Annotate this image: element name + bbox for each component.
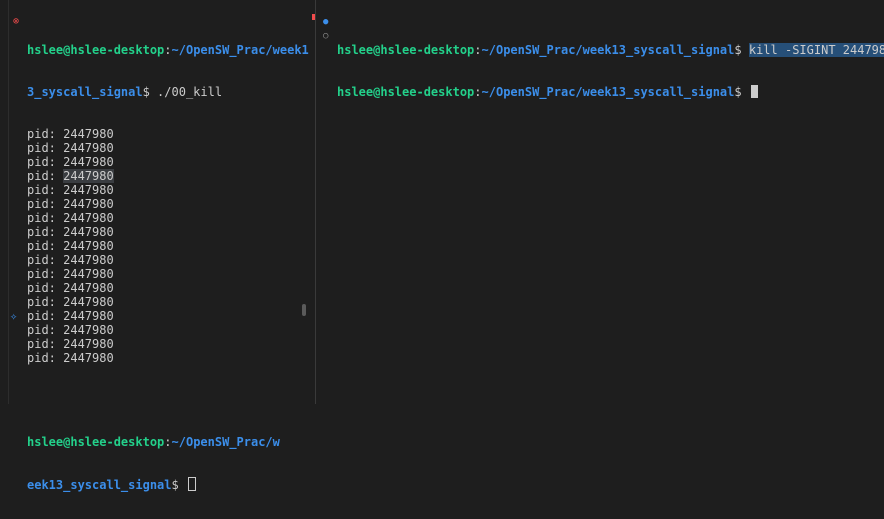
pid-label: pid: — [27, 337, 64, 351]
prompt-user: hslee@hslee-desktop — [337, 43, 475, 57]
prompt-user: hslee@hslee-desktop — [27, 43, 165, 57]
pid-label: pid: — [27, 295, 64, 309]
pid-value: 2447980 — [63, 197, 114, 211]
pid-label: pid: — [27, 141, 64, 155]
pid-output-line: pid: 2447980 — [27, 197, 309, 211]
pid-label: pid: — [27, 239, 64, 253]
pid-value: 2447980 — [63, 169, 114, 183]
pid-output-line: pid: 2447980 — [27, 281, 309, 295]
right-terminal-pane[interactable]: ● ○ hslee@hslee-desktop:~/OpenSW_Prac/we… — [316, 0, 884, 404]
prompt-dollar: $ — [142, 85, 158, 99]
prompt-dollar: $ — [734, 85, 749, 99]
pid-output-line: pid: 2447980 — [27, 183, 309, 197]
pid-value: 2447980 — [63, 225, 114, 239]
pid-value: 2447980 — [63, 183, 114, 197]
prompt-separator: : — [474, 43, 482, 57]
pid-output-line: pid: 2447980 — [27, 267, 309, 281]
final-prompt-line-wrap[interactable]: eek13_syscall_signal$ — [27, 477, 309, 492]
command-line: hslee@hslee-desktop:~/OpenSW_Prac/week13… — [337, 43, 884, 57]
pid-label: pid: — [27, 155, 64, 169]
command-line: hslee@hslee-desktop:~/OpenSW_Prac/week1 — [27, 43, 309, 57]
pid-value: 2447980 — [63, 239, 114, 253]
sparkle-icon[interactable]: ✧ — [10, 309, 17, 323]
pane-left-border — [8, 0, 9, 404]
pid-value: 2447980 — [63, 309, 114, 323]
right-terminal-output[interactable]: hslee@hslee-desktop:~/OpenSW_Prac/week13… — [337, 15, 884, 127]
pid-label: pid: — [27, 169, 64, 183]
command-line-wrap: 3_syscall_signal$ ./00_kill — [27, 85, 309, 99]
pid-label: pid: — [27, 225, 64, 239]
prompt-path: ~/OpenSW_Prac/week13_syscall_signal — [481, 85, 735, 99]
prompt-user: hslee@hslee-desktop — [337, 85, 475, 99]
prompt-separator: : — [164, 435, 172, 449]
pid-value: 2447980 — [63, 267, 114, 281]
left-terminal-output[interactable]: hslee@hslee-desktop:~/OpenSW_Prac/week1 … — [27, 15, 309, 519]
prompt-dollar: $ — [734, 43, 749, 57]
pid-output-line: pid: 2447980 — [27, 225, 309, 239]
pid-label: pid: — [27, 323, 64, 337]
prompt-separator: : — [474, 85, 482, 99]
prompt-line[interactable]: hslee@hslee-desktop:~/OpenSW_Prac/week13… — [337, 85, 884, 99]
selected-command-text[interactable]: kill -SIGINT 2447980 — [748, 43, 884, 57]
pid-value: 2447980 — [63, 323, 114, 337]
idle-circle-icon[interactable]: ○ — [323, 29, 328, 43]
command-text: ./00_kill — [157, 85, 223, 99]
prompt-path: ~/OpenSW_Prac/week1 — [171, 43, 309, 57]
pid-label: pid: — [27, 197, 64, 211]
pid-value: 2447980 — [63, 281, 114, 295]
prompt-path-continued: eek13_syscall_signal — [27, 478, 172, 492]
pid-output-line: pid: 2447980 — [27, 211, 309, 225]
pid-label: pid: — [27, 351, 64, 365]
pid-value: 2447980 — [63, 295, 114, 309]
pid-label: pid: — [27, 183, 64, 197]
pid-value: 2447980 — [63, 155, 114, 169]
pid-label: pid: — [27, 127, 64, 141]
pid-label: pid: — [27, 211, 64, 225]
pid-output-line: pid: 2447980 — [27, 309, 309, 323]
pid-value: 2447980 — [63, 351, 114, 365]
pid-label: pid: — [27, 281, 64, 295]
prompt-separator: : — [164, 43, 172, 57]
prompt-path-continued: 3_syscall_signal — [27, 85, 143, 99]
scrollbar-thumb[interactable] — [302, 304, 306, 316]
pid-output-line: pid: 2447980 — [27, 127, 309, 141]
prompt-dollar: $ — [171, 478, 186, 492]
pid-output-line: pid: 2447980 — [27, 351, 309, 365]
pid-value: 2447980 — [63, 127, 114, 141]
success-dot-icon[interactable]: ● — [323, 15, 328, 29]
pid-value: 2447980 — [63, 253, 114, 267]
pid-output-line: pid: 2447980 — [27, 295, 309, 309]
pid-output-line: pid: 2447980 — [27, 239, 309, 253]
pid-output-list: pid: 2447980 pid: 2447980 pid: 2447980 pid:… — [27, 127, 309, 365]
left-terminal-pane[interactable]: ⊗ hslee@hslee-desktop:~/OpenSW_Prac/week… — [0, 0, 309, 492]
prompt-user: hslee@hslee-desktop — [27, 435, 165, 449]
pid-value: 2447980 — [63, 211, 114, 225]
pid-label: pid: — [27, 253, 64, 267]
pid-value: 2447980 — [63, 141, 114, 155]
terminal-cursor — [187, 477, 196, 491]
pid-output-line: pid: 2447980 — [27, 169, 309, 183]
error-circle-icon[interactable]: ⊗ — [13, 15, 19, 29]
pid-value: 2447980 — [63, 337, 114, 351]
prompt-path: ~/OpenSW_Prac/w — [171, 435, 280, 449]
pid-label: pid: — [27, 309, 64, 323]
pid-output-line: pid: 2447980 — [27, 337, 309, 351]
pid-output-line: pid: 2447980 — [27, 253, 309, 267]
pid-output-line: pid: 2447980 — [27, 155, 309, 169]
final-prompt-line: hslee@hslee-desktop:~/OpenSW_Prac/w — [27, 435, 309, 449]
pid-label: pid: — [27, 267, 64, 281]
terminal-cursor — [750, 85, 758, 98]
pid-output-line: pid: 2447980 — [27, 323, 309, 337]
pid-output-line: pid: 2447980 — [27, 141, 309, 155]
prompt-path: ~/OpenSW_Prac/week13_syscall_signal — [481, 43, 735, 57]
